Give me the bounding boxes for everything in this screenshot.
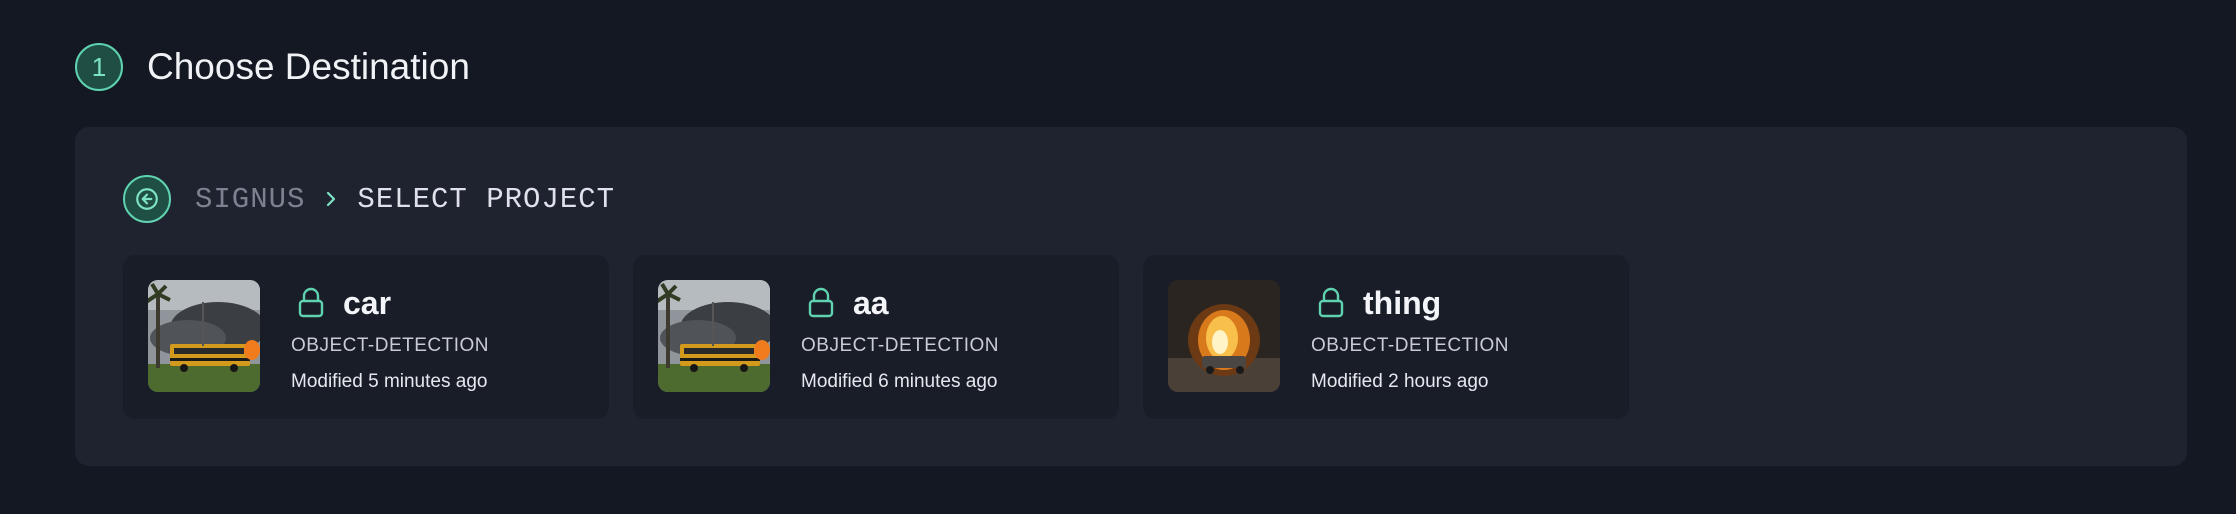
lock-icon bbox=[1317, 287, 1345, 319]
breadcrumb: SIGNUS SELECT PROJECT bbox=[123, 175, 615, 223]
project-card[interactable]: thing OBJECT-DETECTION Modified 2 hours … bbox=[1143, 255, 1629, 419]
project-modified: Modified 2 hours ago bbox=[1311, 371, 1489, 392]
project-thumbnail bbox=[1168, 280, 1280, 392]
chevron-right-icon bbox=[323, 189, 339, 209]
project-name: thing bbox=[1363, 284, 1442, 321]
project-thumbnail bbox=[148, 280, 260, 392]
project-card[interactable]: car OBJECT-DETECTION Modified 5 minutes … bbox=[123, 255, 609, 419]
back-button[interactable] bbox=[123, 175, 171, 223]
lock-icon bbox=[807, 287, 835, 319]
breadcrumb-root[interactable]: SIGNUS bbox=[195, 183, 305, 216]
project-card[interactable]: aa OBJECT-DETECTION Modified 6 minutes a… bbox=[633, 255, 1119, 419]
step-title: Choose Destination bbox=[147, 46, 470, 87]
project-modified: Modified 5 minutes ago bbox=[291, 371, 488, 392]
destination-panel: SIGNUS SELECT PROJECT car OBJECT-DETECTI… bbox=[75, 127, 2187, 466]
project-type: OBJECT-DETECTION bbox=[291, 335, 490, 356]
project-modified: Modified 6 minutes ago bbox=[801, 371, 998, 392]
project-type: OBJECT-DETECTION bbox=[1311, 335, 1510, 356]
project-name: aa bbox=[853, 284, 889, 321]
lock-icon bbox=[297, 287, 325, 319]
project-thumbnail bbox=[658, 280, 770, 392]
project-list: car OBJECT-DETECTION Modified 5 minutes … bbox=[123, 255, 1629, 419]
project-name: car bbox=[343, 284, 392, 321]
breadcrumb-current: SELECT PROJECT bbox=[357, 182, 616, 216]
project-info: aa OBJECT-DETECTION Modified 6 minutes a… bbox=[801, 283, 999, 393]
project-info: thing OBJECT-DETECTION Modified 2 hours … bbox=[1311, 283, 1509, 393]
arrow-left-icon bbox=[136, 188, 158, 210]
project-info: car OBJECT-DETECTION Modified 5 minutes … bbox=[291, 283, 489, 393]
step-header: 1 Choose Destination bbox=[75, 43, 470, 91]
project-type: OBJECT-DETECTION bbox=[801, 335, 1000, 356]
step-number-badge: 1 bbox=[75, 43, 123, 91]
